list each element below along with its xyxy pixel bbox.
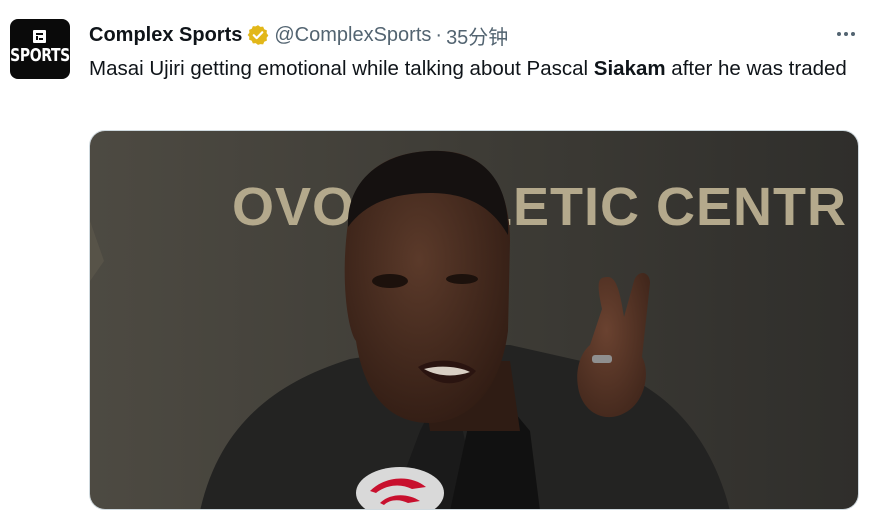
- avatar-brand-text: SPORTS: [10, 46, 70, 66]
- backdrop-sign-text: OVO ATHLETIC CENTR: [232, 177, 847, 237]
- tweet-text-part: after he was traded: [665, 57, 847, 80]
- tweet-text-part: Masai Ujiri getting emotional while talk…: [89, 57, 594, 80]
- tweet-text-highlight: Siakam: [593, 57, 666, 80]
- tweet-media-image[interactable]: OVO ATHLETIC CENTR: [89, 130, 859, 510]
- avatar[interactable]: SPORTS: [10, 19, 70, 79]
- more-horizontal-icon[interactable]: [832, 22, 860, 46]
- tweet-text: Masai Ujiri getting emotional while talk…: [89, 54, 849, 84]
- author-display-name[interactable]: Complex Sports: [89, 24, 242, 47]
- verified-badge-icon[interactable]: [247, 24, 269, 46]
- author-handle[interactable]: @ComplexSports: [274, 24, 431, 47]
- tweet-timestamp[interactable]: 35分钟: [446, 21, 508, 50]
- tweet-header: Complex Sports @ComplexSports · 35分钟: [89, 20, 508, 50]
- header-separator: ·: [435, 23, 443, 46]
- complex-logo-mark: [33, 30, 46, 43]
